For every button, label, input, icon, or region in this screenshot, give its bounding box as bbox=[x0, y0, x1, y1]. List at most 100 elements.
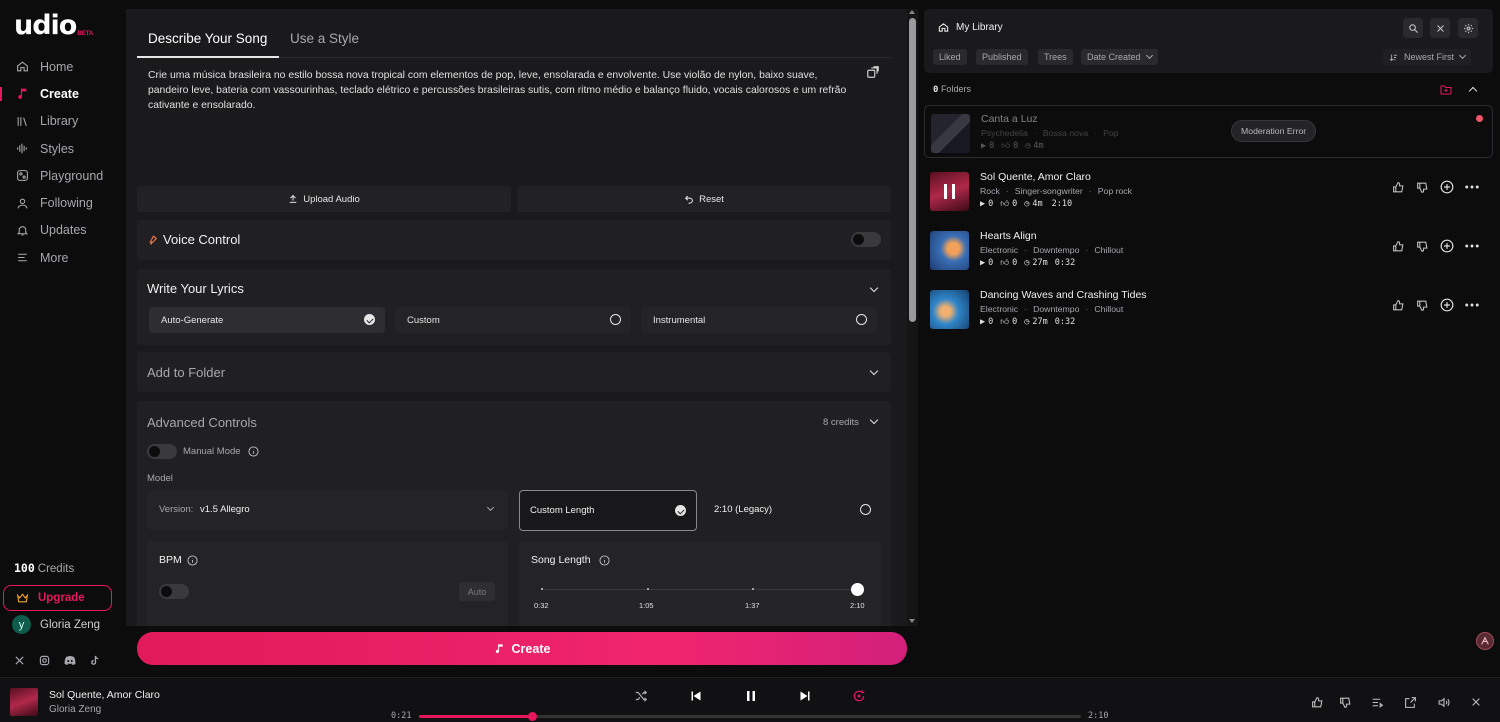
voice-control-toggle[interactable] bbox=[851, 232, 881, 247]
track-title[interactable]: Canta a Luz bbox=[981, 113, 1038, 125]
filter-liked[interactable]: Liked bbox=[933, 49, 967, 65]
slider-handle[interactable] bbox=[851, 583, 864, 596]
genre-tag[interactable]: Electronic bbox=[980, 245, 1018, 255]
sidebar-item-playground[interactable]: Playground bbox=[0, 162, 126, 189]
previous-icon[interactable] bbox=[690, 690, 702, 702]
genre-tag[interactable]: Chillout bbox=[1094, 245, 1123, 255]
bpm-toggle[interactable] bbox=[159, 584, 189, 599]
add-to-folder-card[interactable]: Add to Folder bbox=[137, 352, 891, 392]
sort-select[interactable]: Newest First bbox=[1383, 49, 1472, 65]
scroll-thumb[interactable] bbox=[909, 18, 916, 322]
prompt-textarea[interactable]: Crie uma música brasileira no estilo bos… bbox=[148, 68, 848, 113]
genre-tag[interactable]: Downtempo bbox=[1033, 245, 1079, 255]
tiktok-icon[interactable] bbox=[90, 655, 100, 666]
thumbs-up-icon[interactable] bbox=[1392, 240, 1405, 253]
track-row[interactable]: Hearts Align Electronic · Downtempo · Chillo… bbox=[924, 223, 1493, 276]
udio-logo[interactable]: udio BETA bbox=[14, 12, 93, 39]
genre-tag[interactable]: Downtempo bbox=[1033, 304, 1079, 314]
volume-icon[interactable] bbox=[1437, 696, 1451, 709]
progress-bar[interactable] bbox=[419, 712, 1081, 721]
pause-icon[interactable] bbox=[745, 690, 757, 702]
repeat-icon[interactable] bbox=[852, 689, 866, 703]
copy-icon[interactable] bbox=[866, 65, 880, 79]
song-length-slider[interactable] bbox=[541, 589, 859, 590]
length-option-custom[interactable]: Custom Length bbox=[519, 490, 697, 531]
chevron-up-icon[interactable] bbox=[1468, 86, 1478, 96]
info-icon[interactable] bbox=[599, 555, 610, 566]
add-circle-icon[interactable] bbox=[1440, 298, 1454, 312]
reset-button[interactable]: Reset bbox=[517, 186, 891, 212]
upgrade-button[interactable]: Upgrade bbox=[3, 585, 112, 611]
track-title[interactable]: Sol Quente, Amor Claro bbox=[980, 171, 1091, 183]
chevron-down-icon[interactable] bbox=[869, 415, 879, 425]
chevron-down-icon[interactable] bbox=[869, 283, 879, 293]
genre-tag[interactable]: Singer-songwriter bbox=[1015, 186, 1083, 196]
lyrics-option-instrumental[interactable]: Instrumental bbox=[641, 307, 877, 333]
manual-mode-toggle[interactable] bbox=[147, 444, 177, 459]
info-icon[interactable] bbox=[187, 555, 198, 566]
open-external-icon[interactable] bbox=[1404, 696, 1417, 709]
more-icon[interactable] bbox=[1465, 244, 1479, 248]
genre-tag[interactable]: Bossa nova bbox=[1043, 128, 1088, 138]
thumbs-down-icon[interactable] bbox=[1416, 240, 1429, 253]
shuffle-icon[interactable] bbox=[634, 689, 648, 703]
lyrics-option-custom[interactable]: Custom bbox=[395, 307, 631, 333]
x-icon[interactable] bbox=[14, 655, 25, 666]
gear-icon[interactable] bbox=[1458, 18, 1478, 38]
genre-tag[interactable]: Pop rock bbox=[1098, 186, 1132, 196]
discord-icon[interactable] bbox=[64, 655, 76, 666]
player-cover[interactable] bbox=[10, 688, 38, 716]
new-folder-icon[interactable] bbox=[1440, 84, 1452, 95]
thumbs-up-icon[interactable] bbox=[1392, 181, 1405, 194]
track-row[interactable]: Canta a Luz Psychedelia · Bossa nova · Pop ▶… bbox=[924, 105, 1493, 158]
tab-describe-your-song[interactable]: Describe Your Song bbox=[148, 31, 267, 46]
track-title[interactable]: Hearts Align bbox=[980, 230, 1037, 242]
genre-tag[interactable]: Electronic bbox=[980, 304, 1018, 314]
filter-trees[interactable]: Trees bbox=[1038, 49, 1073, 65]
create-button[interactable]: Create bbox=[137, 632, 907, 665]
close-icon[interactable] bbox=[1430, 18, 1450, 38]
queue-icon[interactable] bbox=[1371, 696, 1384, 709]
genre-tag[interactable]: Psychedelia bbox=[981, 128, 1028, 138]
sidebar-item-home[interactable]: Home bbox=[0, 53, 126, 80]
pause-icon[interactable] bbox=[930, 172, 969, 211]
genre-tag[interactable]: Pop bbox=[1103, 128, 1118, 138]
player-track-title[interactable]: Sol Quente, Amor Claro bbox=[49, 689, 160, 701]
filter-published[interactable]: Published bbox=[976, 49, 1028, 65]
info-icon[interactable] bbox=[248, 446, 259, 457]
assistant-icon[interactable] bbox=[1476, 632, 1494, 650]
user-profile[interactable]: y Gloria Zeng bbox=[12, 615, 100, 634]
add-circle-icon[interactable] bbox=[1440, 180, 1454, 194]
add-circle-icon[interactable] bbox=[1440, 239, 1454, 253]
version-select[interactable]: Version: v1.5 Allegro bbox=[147, 490, 508, 530]
close-icon[interactable] bbox=[1471, 697, 1481, 707]
thumbs-down-icon[interactable] bbox=[1416, 299, 1429, 312]
track-title[interactable]: Dancing Waves and Crashing Tides bbox=[980, 289, 1147, 301]
track-row[interactable]: Sol Quente, Amor Claro Rock · Singer-songw… bbox=[924, 164, 1493, 217]
scroll-up-icon[interactable] bbox=[909, 10, 915, 14]
track-row[interactable]: Dancing Waves and Crashing Tides Electro… bbox=[924, 282, 1493, 335]
upload-audio-button[interactable]: Upload Audio bbox=[137, 186, 511, 212]
thumbs-up-icon[interactable] bbox=[1392, 299, 1405, 312]
bpm-auto-input[interactable]: Auto bbox=[459, 582, 495, 601]
chevron-down-icon[interactable] bbox=[869, 366, 879, 376]
player-artist[interactable]: Gloria Zeng bbox=[49, 704, 101, 715]
next-icon[interactable] bbox=[799, 690, 811, 702]
more-icon[interactable] bbox=[1465, 303, 1479, 307]
scroll-down-icon[interactable] bbox=[909, 619, 915, 623]
sidebar-item-library[interactable]: Library bbox=[0, 108, 126, 135]
search-icon[interactable] bbox=[1403, 18, 1423, 38]
more-icon[interactable] bbox=[1465, 185, 1479, 189]
sidebar-item-styles[interactable]: Styles bbox=[0, 135, 126, 162]
scrollbar[interactable] bbox=[907, 9, 918, 626]
tab-use-a-style[interactable]: Use a Style bbox=[290, 31, 359, 46]
sidebar-item-updates[interactable]: Updates bbox=[0, 217, 126, 244]
length-option-legacy[interactable]: 2:10 (Legacy) bbox=[703, 490, 881, 530]
sidebar-item-following[interactable]: Following bbox=[0, 189, 126, 216]
instagram-icon[interactable] bbox=[39, 655, 50, 666]
genre-tag[interactable]: Rock bbox=[980, 186, 1000, 196]
sidebar-item-more[interactable]: More bbox=[0, 244, 126, 271]
thumbs-up-icon[interactable] bbox=[1311, 696, 1324, 709]
thumbs-down-icon[interactable] bbox=[1339, 696, 1352, 709]
thumbs-down-icon[interactable] bbox=[1416, 181, 1429, 194]
